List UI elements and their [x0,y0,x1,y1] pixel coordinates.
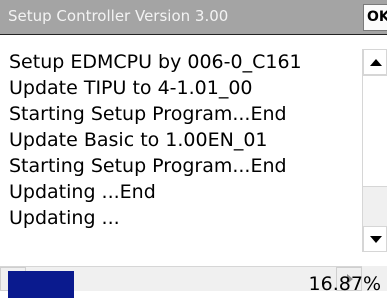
scroll-down-button[interactable] [363,226,387,252]
log-line: Updating ... [9,207,120,229]
triangle-down-icon [370,236,382,243]
title-bar: Setup Controller Version 3.00 OK [0,0,387,34]
log-line: Update TIPU to 4-1.01_00 [9,77,253,99]
log-line: Starting Setup Program...End [9,155,287,177]
log-line: Setup EDMCPU by 006-0_C161 [9,51,302,73]
log-line: Update Basic to 1.00EN_01 [9,129,268,151]
triangle-up-icon [370,59,382,66]
window-title: Setup Controller Version 3.00 [8,7,229,25]
vertical-scroll-thumb[interactable] [363,75,387,187]
log-line: Updating ...End [9,181,156,203]
log-list: Setup EDMCPU by 006-0_C161 Update TIPU t… [0,49,360,231]
ok-button[interactable]: OK [363,4,387,31]
vertical-scrollbar[interactable] [362,49,387,252]
progress-percent: 16.87% [308,273,381,295]
log-line: Starting Setup Program...End [9,103,287,125]
scroll-up-button[interactable] [363,49,387,75]
progress-bar-fill [8,271,74,298]
progress-bar [8,271,288,298]
log-panel: Setup EDMCPU by 006-0_C161 Update TIPU t… [0,34,387,291]
